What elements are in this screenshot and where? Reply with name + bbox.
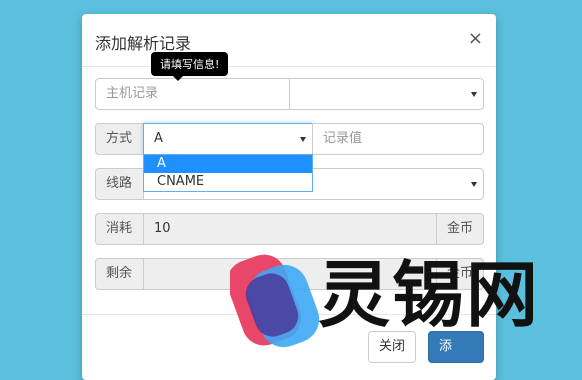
- record-value-placeholder: 记录值: [323, 131, 363, 146]
- mode-option-cname[interactable]: CNAME: [144, 173, 312, 191]
- record-value-input[interactable]: 记录值: [312, 123, 484, 155]
- cost-label: 消耗: [95, 213, 144, 245]
- dialog-title: 添加解析记录: [95, 34, 192, 53]
- mode-label: 方式: [95, 123, 144, 155]
- line-label: 线路: [95, 168, 144, 200]
- watermark-logo: [230, 254, 320, 348]
- validation-tooltip: 请填写信息!: [151, 52, 229, 81]
- chevron-down-icon: [471, 182, 477, 187]
- mode-dropdown: A CNAME: [143, 154, 313, 192]
- cost-unit: 金币: [436, 213, 484, 245]
- mode-select[interactable]: A: [143, 123, 313, 155]
- remaining-label: 剩余: [95, 258, 144, 290]
- close-icon[interactable]: ×: [468, 30, 483, 48]
- watermark-text: 灵锡网: [318, 253, 541, 337]
- dialog-header: 添加解析记录 ×: [82, 14, 496, 67]
- mode-option-a[interactable]: A: [144, 155, 312, 173]
- chevron-down-icon: [300, 137, 306, 142]
- chevron-down-icon: [471, 92, 477, 97]
- host-record-placeholder: 主机记录: [106, 86, 159, 101]
- host-record-input[interactable]: 主机记录: [95, 78, 290, 110]
- cost-value: 10: [154, 221, 171, 236]
- mode-select-value: A: [154, 131, 163, 146]
- cost-input: 10: [143, 213, 437, 245]
- host-suffix-select[interactable]: [289, 78, 484, 110]
